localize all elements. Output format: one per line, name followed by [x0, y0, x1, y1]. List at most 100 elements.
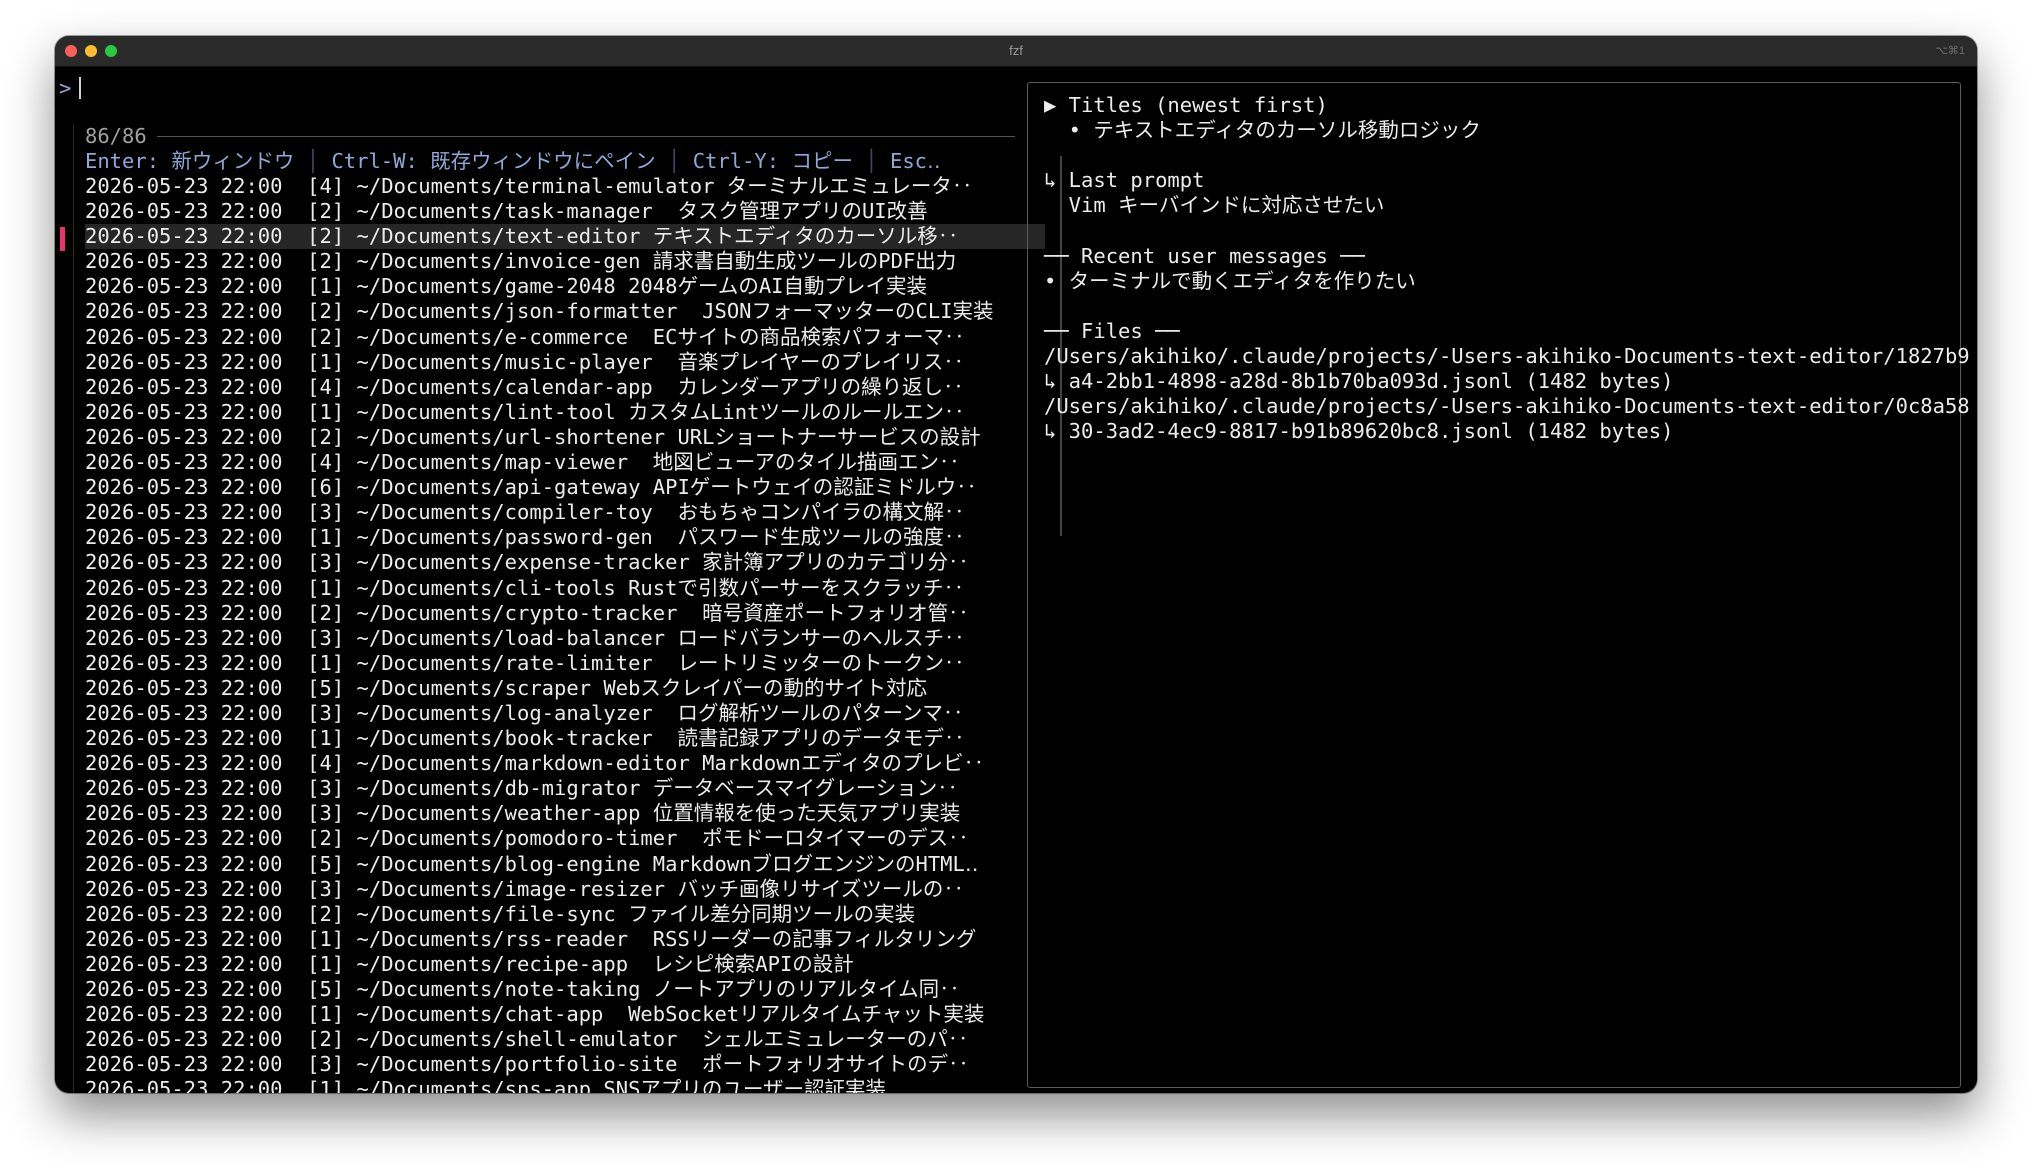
- list-item[interactable]: 2026-05-23 22:00 [3] ~/Documents/load-ba…: [85, 626, 1045, 651]
- item-count: [1]: [307, 525, 345, 550]
- header-keybinding: Ctrl-Y: コピー: [692, 149, 853, 173]
- list-item[interactable]: 2026-05-23 22:00 [5] ~/Documents/note-ta…: [85, 977, 1045, 1002]
- list-item[interactable]: 2026-05-23 22:00 [2] ~/Documents/url-sho…: [85, 425, 1045, 450]
- list-item[interactable]: 2026-05-23 22:00 [4] ~/Documents/termina…: [85, 174, 1045, 199]
- list-item[interactable]: 2026-05-23 22:00 [1] ~/Documents/music-p…: [85, 350, 1045, 375]
- list-item[interactable]: 2026-05-23 22:00 [1] ~/Documents/sns-app…: [85, 1077, 1045, 1093]
- list-item[interactable]: 2026-05-23 22:00 [1] ~/Documents/rate-li…: [85, 651, 1045, 676]
- list-item[interactable]: 2026-05-23 22:00 [4] ~/Documents/markdow…: [85, 751, 1045, 776]
- item-path: ~/Documents/rate-limiter: [356, 650, 653, 675]
- file-entry: /Users/akihiko/.claude/projects/-Users-a…: [1044, 343, 1970, 368]
- list-item[interactable]: 2026-05-23 22:00 [2] ~/Documents/crypto-…: [85, 601, 1045, 626]
- list-item[interactable]: 2026-05-23 22:00 [3] ~/Documents/expense…: [85, 550, 1045, 575]
- list-item[interactable]: 2026-05-23 22:00 [2] ~/Documents/invoice…: [85, 249, 1045, 274]
- item-path: ~/Documents/text-editor: [356, 224, 641, 249]
- list-item[interactable]: 2026-05-23 22:00 [1] ~/Documents/rss-rea…: [85, 927, 1045, 952]
- item-date: 2026-05-23 22:00: [85, 977, 283, 1001]
- terminal-window: fzf ⌥⌘1 > 86/86 Enter: 新ウィンドウ │ Ctrl-W: …: [55, 36, 1977, 1093]
- item-date: 2026-05-23 22:00: [85, 926, 283, 951]
- list-item[interactable]: 2026-05-23 22:00 [3] ~/Documents/db-migr…: [85, 776, 1045, 801]
- preview-pane[interactable]: ▶ Titles (newest first) • テキストエディタのカーソル移…: [1027, 82, 1970, 1088]
- item-count: [2]: [307, 1027, 345, 1052]
- item-path: ~/Documents/sns-app: [356, 1077, 592, 1093]
- gutter-line: [73, 124, 74, 1093]
- list-item[interactable]: 2026-05-23 22:00 [4] ~/Documents/map-vie…: [85, 450, 1045, 475]
- item-count: [6]: [307, 475, 345, 500]
- list-item[interactable]: 2026-05-23 22:00 [1] ~/Documents/game-20…: [85, 274, 1045, 299]
- item-count: [5]: [307, 851, 345, 876]
- item-path: ~/Documents/scraper: [356, 675, 592, 700]
- list-item[interactable]: 2026-05-23 22:00 [2] ~/Documents/file-sy…: [85, 902, 1045, 927]
- item-date: 2026-05-23 22:00: [85, 675, 283, 700]
- title-bar[interactable]: fzf ⌥⌘1: [55, 36, 1977, 67]
- item-count: [1]: [307, 575, 345, 600]
- item-count: [4]: [307, 374, 345, 399]
- item-path: ~/Documents/game-2048: [356, 274, 616, 299]
- list-item[interactable]: 2026-05-23 22:00 [3] ~/Documents/log-ana…: [85, 701, 1045, 726]
- session-list[interactable]: 2026-05-23 22:00 [4] ~/Documents/termina…: [85, 174, 1045, 1093]
- item-count: [1]: [307, 1002, 345, 1027]
- item-count: [5]: [307, 977, 345, 1001]
- item-title: レートリミッターのトークン‥: [652, 650, 965, 675]
- list-item[interactable]: 2026-05-23 22:00 [3] ~/Documents/weather…: [85, 801, 1045, 826]
- list-item[interactable]: 2026-05-23 22:00 [5] ~/Documents/scraper…: [85, 676, 1045, 701]
- item-path: ~/Documents/db-migrator: [356, 776, 641, 801]
- item-date: 2026-05-23 22:00: [85, 324, 283, 349]
- item-date: 2026-05-23 22:00: [85, 274, 283, 299]
- list-item[interactable]: 2026-05-23 22:00 [2] ~/Documents/task-ma…: [85, 199, 1045, 224]
- list-item[interactable]: 2026-05-23 22:00 [1] ~/Documents/chat-ap…: [85, 1002, 1045, 1027]
- item-title: MarkdownブログエンジンのHTML‥: [640, 851, 979, 876]
- item-count: [1]: [307, 399, 345, 424]
- item-count: [4]: [307, 450, 345, 475]
- titles-list: • テキストエディタのカーソル移動ロジック: [1044, 118, 1960, 143]
- item-date: 2026-05-23 22:00: [85, 700, 283, 725]
- list-item[interactable]: 2026-05-23 22:00 [1] ~/Documents/recipe-…: [85, 952, 1045, 977]
- item-title: カスタムLintツールのルールエン‥: [615, 399, 965, 424]
- item-count: [2]: [307, 324, 345, 349]
- item-path: ~/Documents/blog-engine: [356, 851, 641, 876]
- files-list: /Users/akihiko/.claude/projects/-Users-a…: [1044, 343, 1970, 444]
- fzf-prompt[interactable]: >: [59, 76, 82, 101]
- list-item[interactable]: 2026-05-23 22:00 [3] ~/Documents/compile…: [85, 500, 1045, 525]
- item-date: 2026-05-23 22:00: [85, 826, 283, 851]
- list-item[interactable]: 2026-05-23 22:00 [1] ~/Documents/book-tr…: [85, 726, 1045, 751]
- item-title: バッチ画像リサイズツールの‥: [665, 876, 964, 901]
- item-count: [1]: [307, 650, 345, 675]
- list-item[interactable]: 2026-05-23 22:00 [1] ~/Documents/lint-to…: [85, 400, 1045, 425]
- item-path: ~/Documents/map-viewer: [356, 450, 629, 475]
- item-title: 暗号資産ポートフォリオ管‥: [677, 600, 969, 625]
- item-path: ~/Documents/calendar-app: [356, 374, 653, 399]
- list-item[interactable]: 2026-05-23 22:00 [3] ~/Documents/image-r…: [85, 877, 1045, 902]
- match-counter: 86/86: [85, 124, 147, 148]
- item-date: 2026-05-23 22:00: [85, 726, 283, 751]
- selection-marker: [60, 227, 65, 251]
- list-item[interactable]: 2026-05-23 22:00 [2] ~/Documents/pomodor…: [85, 826, 1045, 851]
- item-title: JSONフォーマッターのCLI実装: [677, 299, 994, 324]
- item-path: ~/Documents/invoice-gen: [356, 249, 641, 274]
- list-item[interactable]: 2026-05-23 22:00 [2] ~/Documents/shell-e…: [85, 1027, 1045, 1052]
- item-date: 2026-05-23 22:00: [85, 475, 283, 500]
- list-item[interactable]: 2026-05-23 22:00 [3] ~/Documents/portfol…: [85, 1052, 1045, 1077]
- list-item[interactable]: 2026-05-23 22:00 [1] ~/Documents/cli-too…: [85, 576, 1045, 601]
- item-title: 位置情報を使った天気アプリ実装: [640, 801, 961, 826]
- list-item[interactable]: 2026-05-23 22:00 [4] ~/Documents/calenda…: [85, 375, 1045, 400]
- item-title: シェルエミュレーターのパ‥: [677, 1027, 969, 1052]
- item-count: [1]: [307, 926, 345, 951]
- item-count: [2]: [307, 901, 345, 926]
- last-prompt-heading: ↳ Last prompt: [1044, 168, 1205, 193]
- item-path: ~/Documents/api-gateway: [356, 475, 641, 500]
- list-item-selected[interactable]: 2026-05-23 22:00 [2] ~/Documents/text-ed…: [85, 224, 1045, 250]
- item-path: ~/Documents/book-tracker: [356, 726, 653, 751]
- item-date: 2026-05-23 22:00: [85, 224, 283, 249]
- item-count: [2]: [307, 199, 345, 224]
- list-item[interactable]: 2026-05-23 22:00 [2] ~/Documents/e-comme…: [85, 325, 1045, 350]
- item-count: [2]: [307, 224, 345, 249]
- terminal-content[interactable]: > 86/86 Enter: 新ウィンドウ │ Ctrl-W: 既存ウィンドウに…: [55, 66, 1977, 1093]
- list-item[interactable]: 2026-05-23 22:00 [1] ~/Documents/passwor…: [85, 525, 1045, 550]
- item-title: ポモドーロタイマーのデス‥: [677, 826, 969, 851]
- item-date: 2026-05-23 22:00: [85, 625, 283, 650]
- list-item[interactable]: 2026-05-23 22:00 [2] ~/Documents/json-fo…: [85, 299, 1045, 324]
- list-item[interactable]: 2026-05-23 22:00 [6] ~/Documents/api-gat…: [85, 475, 1045, 500]
- item-title: おもちゃコンパイラの構文解‥: [652, 500, 965, 525]
- list-item[interactable]: 2026-05-23 22:00 [5] ~/Documents/blog-en…: [85, 852, 1045, 877]
